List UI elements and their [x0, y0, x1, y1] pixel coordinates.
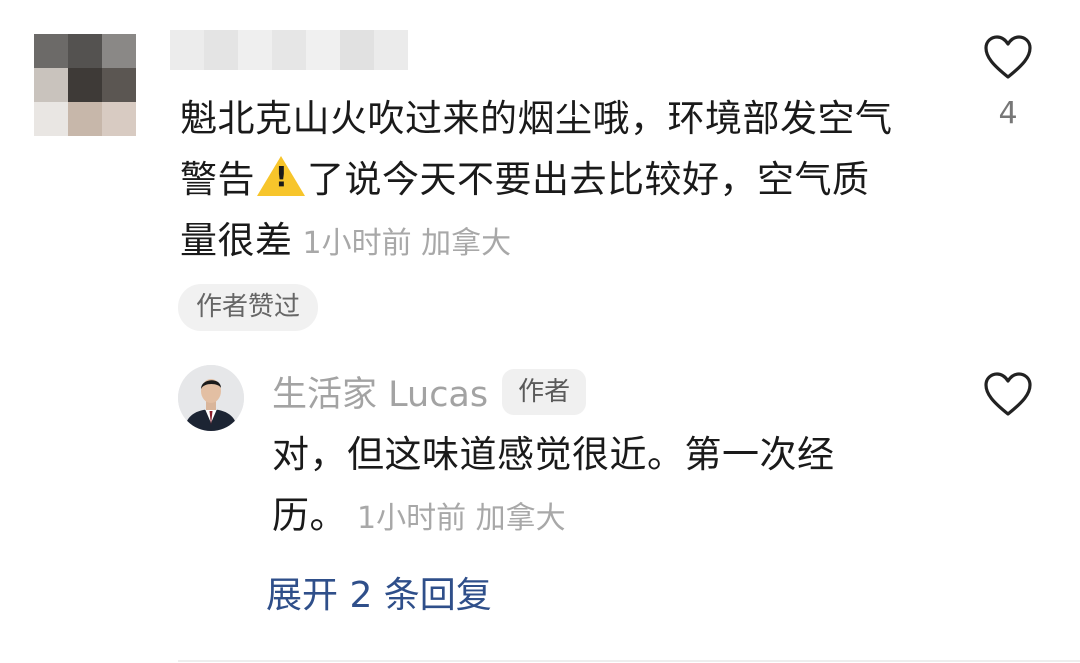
reply-location: 加拿大 — [475, 501, 566, 536]
reply-meta: 1小时前 加拿大 — [357, 501, 566, 536]
author-liked-badge: 作者赞过 — [178, 284, 319, 331]
reply-line-2: 历。 — [272, 494, 347, 537]
reply-line-1: 对，但这味道感觉很近。第一次经 — [272, 433, 835, 476]
reply-header: 生活家 Lucas 作者 — [272, 366, 587, 417]
comment-line-2a: 警告 — [180, 158, 255, 201]
reply-username[interactable]: 生活家 Lucas — [272, 366, 488, 417]
comment-line-1: 魁北克山火吹过来的烟尘哦，环境部发空气 — [180, 97, 893, 140]
reply-avatar[interactable] — [178, 365, 244, 431]
comment-thread: 魁北克山火吹过来的烟尘哦，环境部发空气 警告 了说今天不要出去比较好，空气质 量很… — [0, 0, 1080, 663]
comment-meta: 1小时前 加拿大 — [303, 226, 512, 261]
comment-location: 加拿大 — [421, 226, 512, 261]
person-photo-icon — [178, 365, 244, 431]
reply-text: 对，但这味道感觉很近。第一次经 历。 1小时前 加拿大 — [272, 424, 892, 549]
heart-icon — [984, 372, 1032, 416]
comment-like-button[interactable]: 4 — [978, 34, 1038, 131]
commenter-username-blurred[interactable] — [170, 30, 408, 70]
author-tag: 作者 — [502, 368, 587, 415]
commenter-avatar-blurred[interactable] — [34, 34, 136, 136]
heart-icon — [984, 35, 1032, 79]
reply-time: 1小时前 — [357, 501, 467, 536]
divider — [178, 660, 1080, 662]
comment-like-count: 4 — [998, 96, 1018, 131]
reply-like-button[interactable] — [978, 371, 1038, 417]
comment-text: 魁北克山火吹过来的烟尘哦，环境部发空气 警告 了说今天不要出去比较好，空气质 量很… — [180, 88, 950, 274]
warning-icon — [257, 156, 305, 196]
comment-line-2b: 了说今天不要出去比较好，空气质 — [307, 158, 870, 201]
comment-line-3: 量很差 — [180, 219, 293, 262]
expand-replies-link[interactable]: 展开 2 条回复 — [266, 566, 492, 618]
comment-time: 1小时前 — [302, 226, 412, 261]
